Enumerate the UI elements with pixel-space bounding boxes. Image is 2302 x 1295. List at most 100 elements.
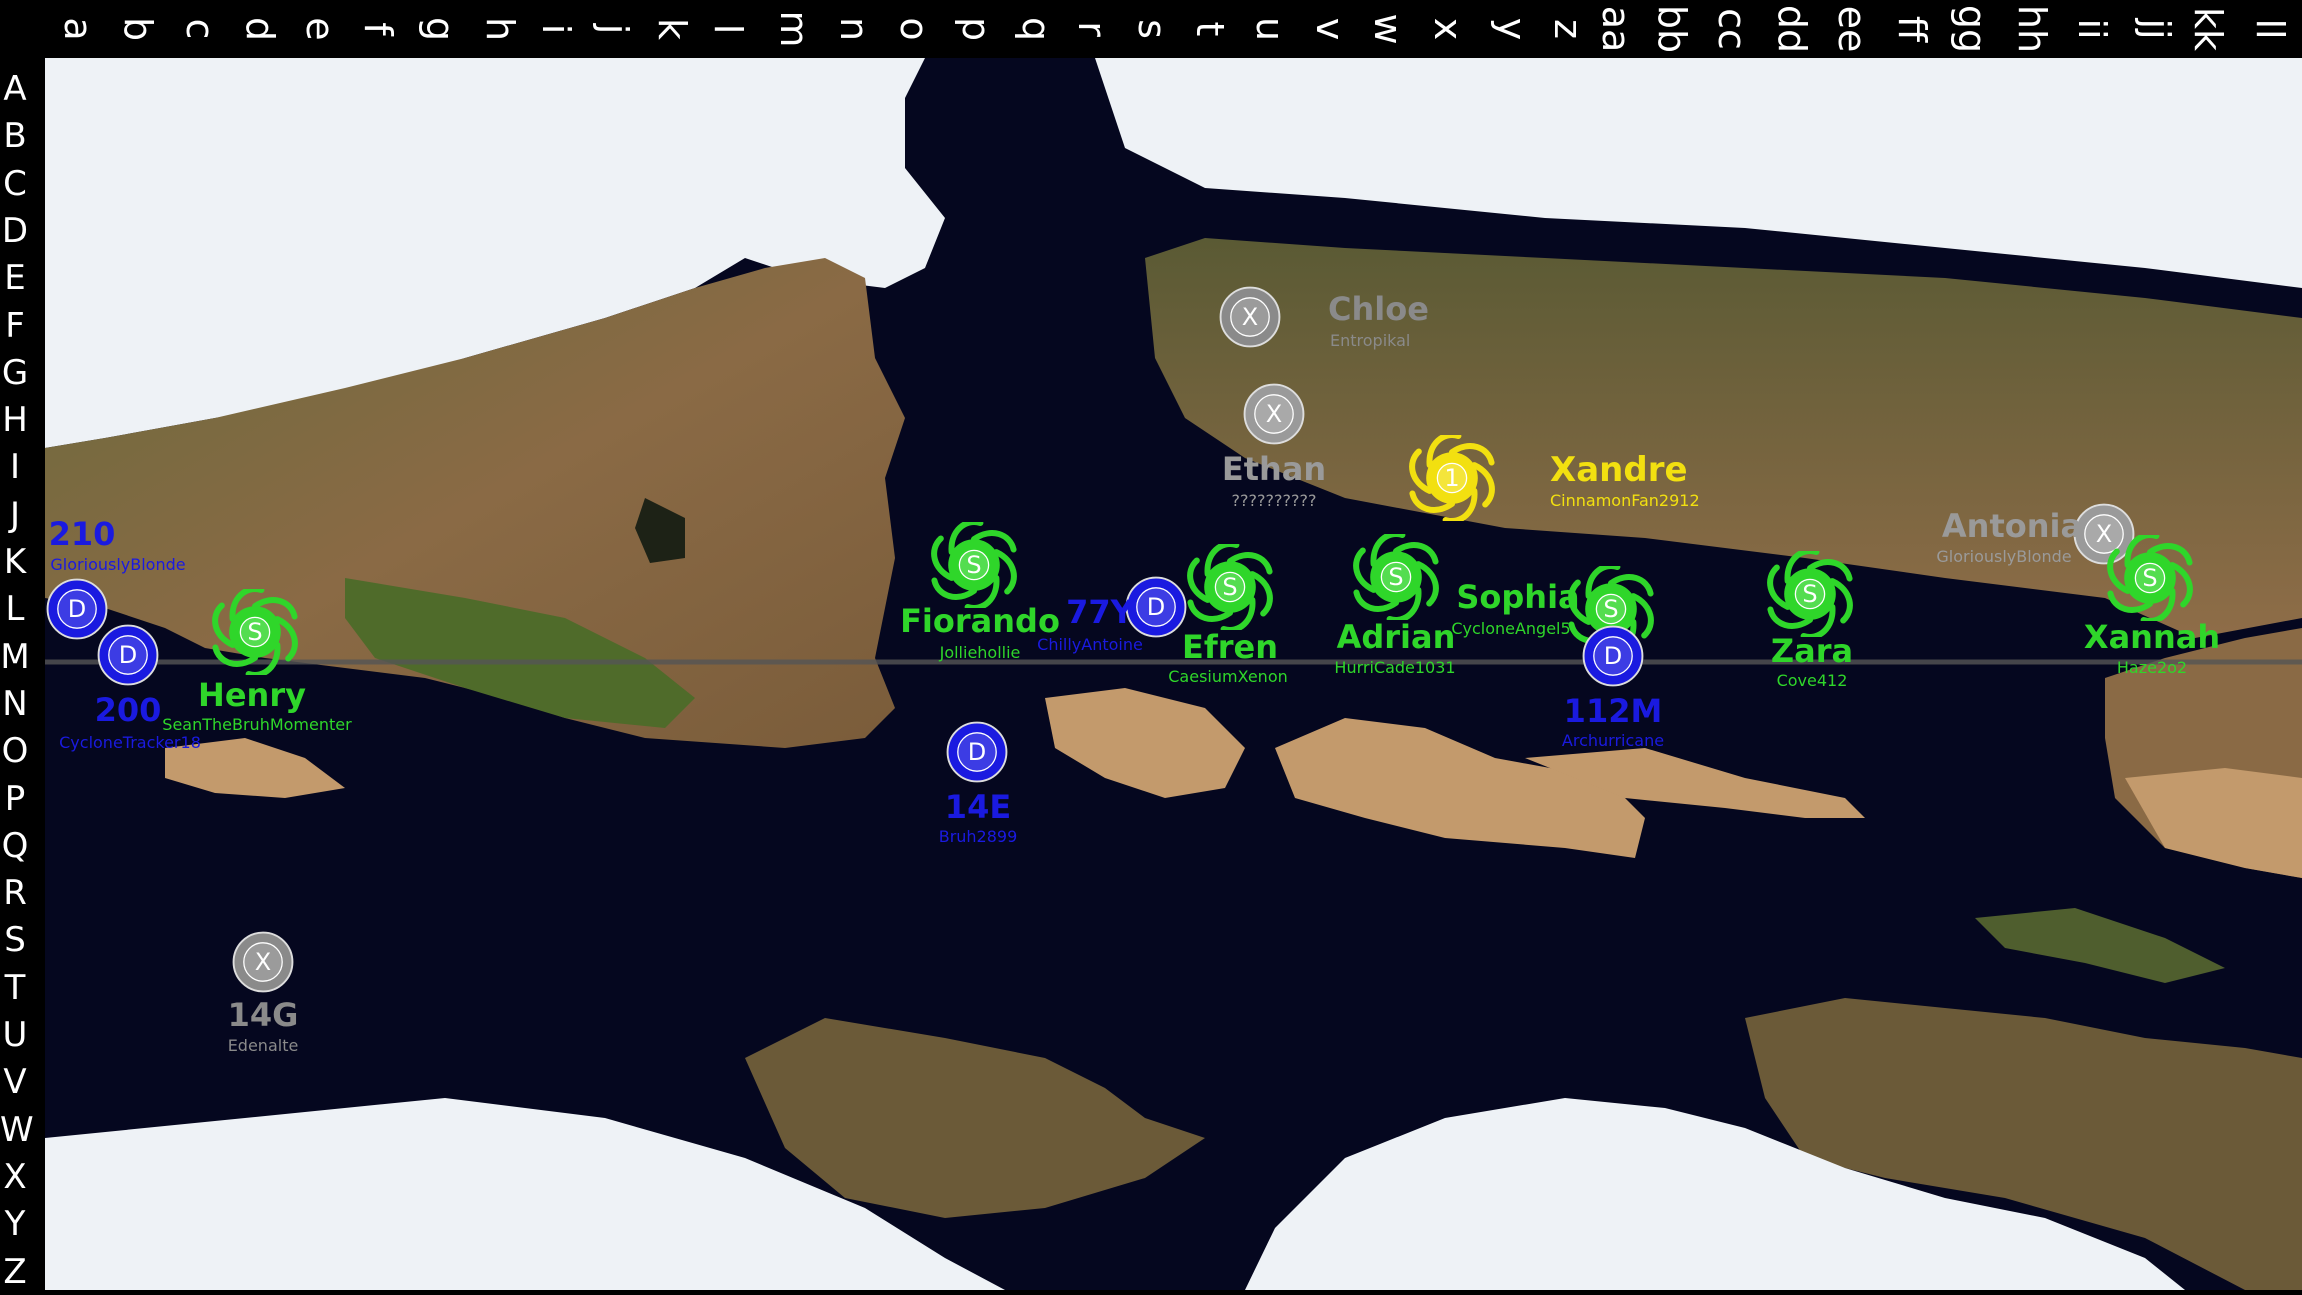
column-label: a <box>56 17 100 41</box>
storm-username: GloriouslyBlonde <box>50 555 186 574</box>
column-label: f <box>356 22 400 36</box>
column-label: p <box>954 16 998 42</box>
column-label: i <box>534 23 578 35</box>
storm-username: SeanTheBruhMomenter <box>162 715 352 734</box>
column-label: s <box>1130 19 1174 39</box>
cyclone-icon[interactable]: S <box>1767 551 1853 637</box>
column-label: y <box>1490 17 1534 41</box>
depression-icon[interactable]: D <box>96 623 160 687</box>
storm-category-label: S <box>247 618 263 646</box>
row-label: Q <box>1 825 29 866</box>
row-label: D <box>1 210 29 251</box>
storm-name: 14G <box>227 996 299 1034</box>
storm-username: ?????????? <box>1231 491 1317 510</box>
row-label: N <box>2 683 28 724</box>
storm-category-label: S <box>966 551 982 579</box>
storm-category-label: D <box>118 641 138 669</box>
row-label: P <box>4 778 26 819</box>
storm-username: Bruh2899 <box>938 827 1018 846</box>
storm-category-label: 1 <box>1444 464 1460 492</box>
row-label: J <box>9 494 21 535</box>
storm-username: HurriCade1031 <box>1334 658 1456 677</box>
row-label: K <box>3 542 27 582</box>
cyclone-icon[interactable]: S <box>1187 544 1273 630</box>
depression-icon[interactable]: D <box>945 720 1009 784</box>
column-label: x <box>1426 17 1470 41</box>
column-label: dd <box>1770 4 1814 54</box>
row-label: U <box>2 1015 28 1055</box>
row-label: A <box>3 69 27 109</box>
column-label: z <box>1546 19 1590 39</box>
storm-name: Zara <box>1770 632 1854 670</box>
row-label: L <box>5 589 25 630</box>
dissipated-icon[interactable]: X <box>1242 382 1306 446</box>
storm-category-label: S <box>1603 595 1619 623</box>
row-label: G <box>1 352 29 393</box>
column-label: r <box>1070 21 1114 37</box>
column-label: ee <box>1830 5 1874 53</box>
row-label: V <box>3 1062 27 1103</box>
column-label: cc <box>1710 8 1754 50</box>
storm-username: Archurricane <box>1561 731 1665 750</box>
row-label: Y <box>4 1204 26 1245</box>
column-label: jj <box>2134 18 2178 40</box>
column-label: u <box>1248 16 1292 42</box>
row-label: F <box>5 305 25 346</box>
row-label: E <box>4 258 26 299</box>
storm-category-label: X <box>1265 400 1283 428</box>
storm-username: CaesiumXenon <box>1168 667 1288 686</box>
storm-username: GloriouslyBlonde <box>1936 547 2072 566</box>
row-label: I <box>9 447 21 488</box>
row-label: X <box>3 1156 27 1197</box>
storm-category-label: X <box>1241 303 1259 331</box>
column-label: bb <box>1650 4 1694 54</box>
column-label: w <box>1366 13 1410 45</box>
row-label: T <box>4 967 26 1008</box>
column-label: ll <box>2248 18 2292 40</box>
row-label: M <box>0 636 30 677</box>
storm-category-label: S <box>1802 580 1818 608</box>
storm-username: Haze2o2 <box>2116 658 2188 677</box>
column-label: kk <box>2186 6 2230 51</box>
storm-username: CinnamonFan2912 <box>1550 491 1700 510</box>
depression-icon[interactable]: D <box>1581 624 1645 688</box>
storm-name: Henry <box>198 676 306 714</box>
column-label: d <box>238 16 282 42</box>
row-label: O <box>1 731 29 772</box>
storm-username: Edenalte <box>227 1036 299 1055</box>
column-label: g <box>418 16 462 42</box>
row-label: Z <box>3 1251 27 1292</box>
storm-name: 77Y <box>1066 593 1134 631</box>
column-label: o <box>892 17 936 41</box>
storm-name: Antonia <box>1941 507 2083 545</box>
row-label: W <box>0 1109 34 1150</box>
storm-category-label: D <box>67 595 87 623</box>
column-label: gg <box>1950 4 1994 54</box>
storm-category-label: X <box>254 948 272 976</box>
storm-username: CycloneAngel5 <box>1451 619 1571 638</box>
storm-name: 14E <box>944 788 1012 826</box>
satellite-map[interactable]: X Chloe Entropikal X Ethan?????????? 1 Xandre C… <box>45 58 2302 1290</box>
cyclone-icon[interactable]: 1 <box>1409 435 1495 521</box>
storm-category-label: S <box>1388 563 1404 591</box>
column-label: c <box>178 18 222 40</box>
storm-name: Adrian <box>1336 618 1456 656</box>
storm-name: 210 <box>48 515 116 553</box>
storm-name: 112M <box>1563 692 1663 730</box>
row-label: B <box>3 116 27 157</box>
row-label: C <box>3 163 27 204</box>
row-label: H <box>2 400 28 441</box>
cyclone-icon[interactable]: S <box>212 589 298 675</box>
storm-name: Fiorando <box>900 602 1060 640</box>
storm-username: CycloneTracker18 <box>59 733 201 752</box>
column-label: ff <box>1890 15 1934 43</box>
dissipated-icon[interactable]: X <box>231 930 295 994</box>
storm-name: 200 <box>94 691 162 729</box>
storm-username: ChillyAntoine <box>1037 635 1143 654</box>
dissipated-icon[interactable]: X <box>1218 285 1282 349</box>
cyclone-icon[interactable]: S <box>931 522 1017 608</box>
cyclone-icon[interactable]: S <box>1353 534 1439 620</box>
column-label: h <box>478 16 522 42</box>
storm-name: Efren <box>1181 628 1279 666</box>
cyclone-icon[interactable]: S <box>2107 535 2193 621</box>
